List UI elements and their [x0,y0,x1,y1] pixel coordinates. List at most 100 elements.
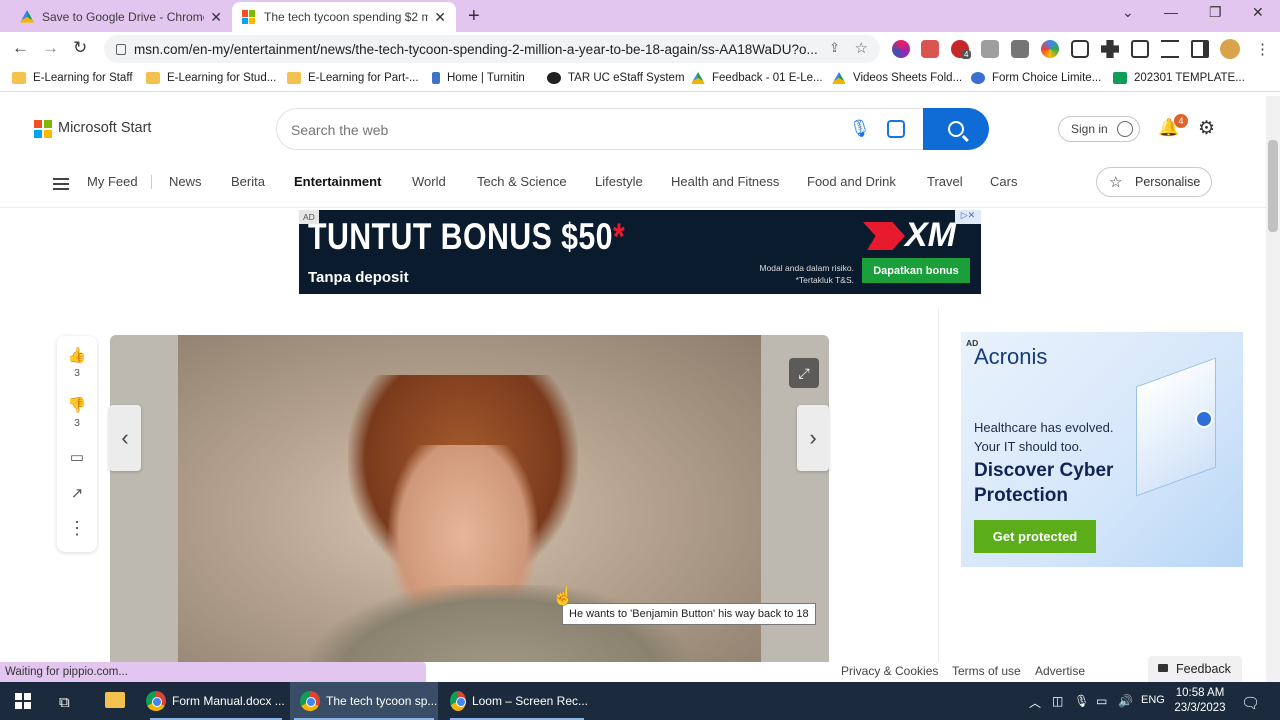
fullscreen-expand-icon[interactable]: ⤢ [789,358,819,388]
nav-berita[interactable]: Berita [231,174,265,189]
nav-travel[interactable]: Travel [927,174,963,189]
close-tab-icon[interactable]: ✕ [210,9,222,26]
hamburger-menu-icon[interactable] [53,178,69,190]
reading-list-icon[interactable] [1161,40,1179,58]
bookmark-item[interactable]: 202301 TEMPLATE... [1113,72,1245,84]
tab-tech-tycoon[interactable]: The tech tycoon spending $2 mil ✕ [232,2,456,32]
search-button[interactable] [923,108,989,150]
nav-lifestyle[interactable]: Lifestyle [595,174,643,189]
next-slide-button[interactable]: › [797,405,829,471]
file-explorer-icon[interactable] [105,692,125,708]
taskbar-app-form-manual[interactable]: Form Manual.docx ... [146,682,286,720]
microphone-icon[interactable]: 🎙 [1074,694,1089,708]
network-icon[interactable]: ▭ [1096,694,1107,708]
ad-line: Healthcare has evolved. [974,420,1114,435]
search-input[interactable] [291,122,831,138]
extension-icon[interactable] [1041,40,1059,58]
nav-food-drink[interactable]: Food and Drink [807,174,896,189]
bookmark-item[interactable]: E-Learning for Stud... [146,72,276,84]
side-panel-icon[interactable] [1191,40,1209,58]
google-drive-icon [691,72,705,84]
ad-headline: Discover Cyber Protection [974,460,1114,506]
adchoices-close-icon[interactable]: ▷✕ [955,210,981,224]
extension-icon[interactable] [1011,40,1029,58]
bookmark-star-icon[interactable]: ☆ [855,39,868,57]
bookmark-item[interactable]: Home | Turnitin [432,72,525,84]
site-brand[interactable]: Microsoft Start [58,120,151,136]
lock-icon[interactable] [116,43,126,55]
share-icon[interactable]: ⇪ [829,40,840,56]
chrome-icon [300,691,320,711]
system-clock[interactable]: 10:58 AM 23/3/2023 [1168,686,1232,716]
microsoft-logo-icon[interactable] [34,120,52,138]
microphone-icon[interactable]: 🎙 [849,119,871,139]
ad-line: Your IT should too. [974,439,1083,454]
ad-disclaimer: Modal anda dalam risiko. *Tertakluk T&S. [759,263,855,285]
thumbs-up-icon[interactable]: 👍 [57,346,97,364]
side-ad-acronis[interactable]: AD Acronis Healthcare has evolved. Your … [961,332,1243,567]
nav-health-fitness[interactable]: Health and Fitness [671,174,779,189]
language-indicator[interactable]: ENG [1141,694,1165,706]
nav-world[interactable]: World [412,174,446,189]
nav-my-feed[interactable]: My Feed [87,174,138,189]
visual-search-icon[interactable] [887,120,905,138]
url-text[interactable]: msn.com/en-my/entertainment/news/the-tec… [134,42,824,57]
address-bar[interactable]: msn.com/en-my/entertainment/news/the-tec… [104,35,880,63]
action-center-icon[interactable]: 🗨 [1241,694,1260,712]
ad-cta-button[interactable]: Dapatkan bonus [862,258,970,283]
more-options-icon[interactable]: ⋮ [57,518,97,539]
share-icon[interactable]: ↗ [57,484,97,502]
nav-tech-science[interactable]: Tech & Science [477,174,567,189]
previous-slide-button[interactable]: ‹ [109,405,141,471]
nav-cars[interactable]: Cars [990,174,1017,189]
extension-icon[interactable] [892,40,910,58]
extensions-puzzle-icon[interactable] [1101,40,1119,58]
banner-ad-xm[interactable]: TUNTUT BONUS $50* AD Tanpa deposit XM Mo… [299,210,981,294]
tab-search-icon[interactable]: ⌄ [1122,4,1134,21]
page-scrollbar[interactable] [1266,96,1280,682]
taskbar-app-loom[interactable]: Loom – Screen Rec... [446,682,588,720]
terms-of-use-link[interactable]: Terms of use [952,664,1021,678]
extension-icon[interactable] [921,40,939,58]
nav-entertainment[interactable]: Entertainment [294,174,381,189]
new-tab-icon[interactable]: + [468,5,480,28]
bookmark-item[interactable]: E-Learning for Staff [12,72,133,84]
windows-start-icon[interactable] [15,693,31,709]
back-icon[interactable]: ← [12,38,29,58]
close-window-icon[interactable]: ✕ [1252,4,1264,21]
advertise-link[interactable]: Advertise [1035,664,1085,678]
cast-icon[interactable] [1131,40,1149,58]
taskbar-app-tech-tycoon[interactable]: The tech tycoon sp... [290,682,438,720]
bookmark-item[interactable]: Videos Sheets Fold... [832,72,962,84]
restore-icon[interactable]: ❐ [1209,4,1222,21]
form-choice-icon [971,72,985,84]
camera-icon[interactable] [981,40,999,58]
personalise-button[interactable]: ☆ Personalise [1096,167,1212,197]
settings-gear-icon[interactable]: ⚙ [1198,117,1215,140]
meet-now-icon[interactable]: ◫ [1052,694,1063,708]
close-tab-icon[interactable]: ✕ [434,9,446,26]
ad-cta-button[interactable]: Get protected [974,520,1096,553]
bookmark-item[interactable]: Form Choice Limite... [971,72,1101,84]
chevron-left-icon: ‹ [121,425,129,450]
minimize-icon[interactable]: — [1164,4,1178,20]
bookmark-item[interactable]: Feedback - 01 E-Le... [691,72,823,84]
volume-icon[interactable]: 🔊 [1118,694,1133,708]
chrome-menu-icon[interactable]: ⋮ [1255,40,1270,58]
nav-news[interactable]: News [169,174,202,189]
reload-icon[interactable]: ↻ [73,38,87,58]
scrollbar-thumb[interactable] [1268,140,1278,232]
privacy-cookies-link[interactable]: Privacy & Cookies [841,664,938,678]
profile-avatar[interactable] [1220,39,1240,59]
bookmark-item[interactable]: E-Learning for Part-... [287,72,419,84]
picture-in-picture-icon[interactable] [1071,40,1089,58]
show-hidden-icons-icon[interactable]: ︿ [1029,694,1041,711]
sign-in-button[interactable]: Sign in [1058,116,1140,142]
comment-icon[interactable]: ▭ [57,448,97,466]
bookmark-item[interactable]: TAR UC eStaff System [547,72,685,84]
feedback-button[interactable]: Feedback [1148,656,1242,682]
tab-save-to-drive[interactable]: Save to Google Drive - Chrome W ✕ [10,2,232,32]
task-view-icon[interactable]: ⧉ [59,694,70,711]
forward-icon[interactable]: → [42,38,59,58]
thumbs-down-icon[interactable]: 👎 [57,396,97,414]
